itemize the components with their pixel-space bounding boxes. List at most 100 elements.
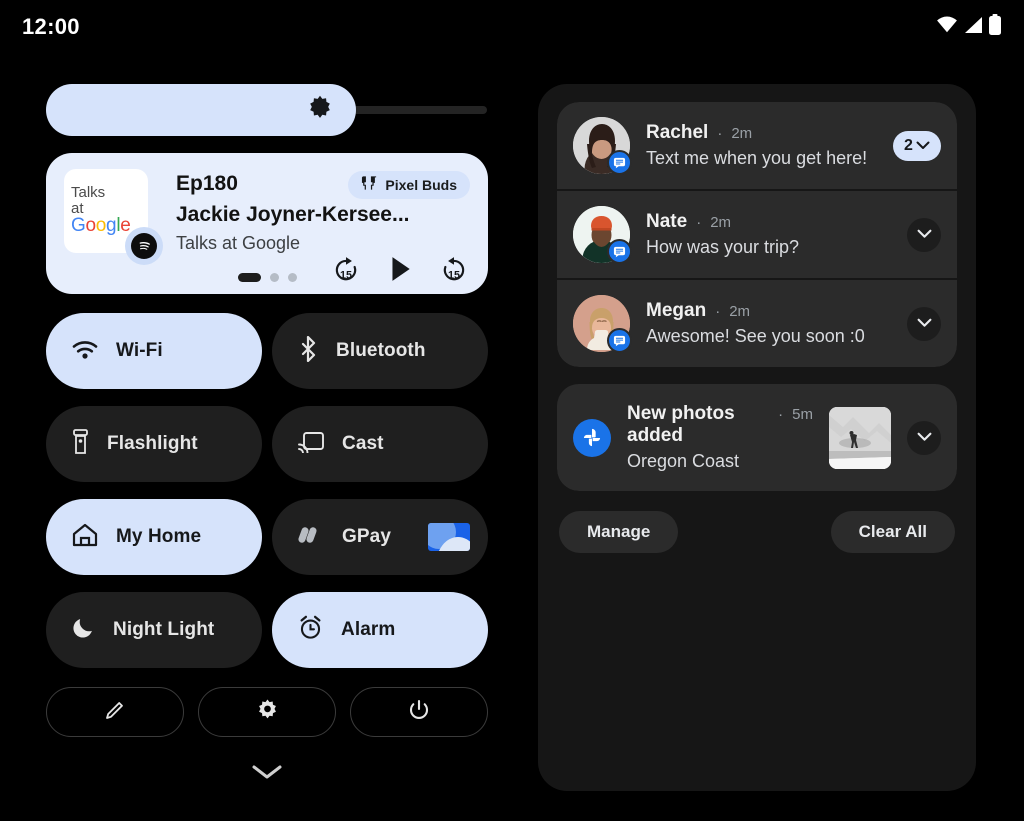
notification-panel: Rachel · 2m Text me when you get here! 2 — [538, 84, 976, 791]
collapse-handle[interactable] — [46, 763, 488, 786]
media-app-name: Talks at Google — [176, 233, 470, 254]
tile-cast[interactable]: Cast — [272, 406, 488, 482]
tile-wifi[interactable]: Wi-Fi — [46, 313, 262, 389]
notification-expand-button[interactable] — [907, 307, 941, 341]
notification-header: Rachel · 2m — [646, 122, 877, 144]
notification-count: 2 — [904, 137, 913, 155]
clear-all-button[interactable]: Clear All — [831, 511, 955, 553]
tile-flashlight[interactable]: Flashlight — [46, 406, 262, 482]
pencil-icon — [104, 699, 126, 726]
notification-actions: Manage Clear All — [557, 511, 957, 553]
notification-photos[interactable]: New photos added · 5m Oregon Coast — [557, 384, 957, 491]
edit-tiles-button[interactable] — [46, 687, 184, 737]
rewind-15-button[interactable]: 15 — [332, 255, 360, 288]
notification-sender: Rachel — [646, 122, 708, 144]
notification-subtitle: Oregon Coast — [627, 451, 813, 472]
gear-icon — [256, 698, 279, 726]
notification-separator: · — [717, 125, 722, 142]
home-icon — [72, 523, 98, 552]
battery-icon — [988, 14, 1002, 41]
tile-label: Bluetooth — [336, 340, 426, 362]
notification-separator: · — [715, 303, 720, 320]
quick-settings-column: Talks at Google — [46, 84, 488, 786]
play-button[interactable] — [387, 255, 413, 288]
tile-label: Night Light — [113, 619, 214, 641]
moon-icon — [72, 616, 95, 644]
chevron-down-icon — [917, 429, 932, 447]
notification-message: Text me when you get here! — [646, 148, 877, 169]
avatar-wrapper — [573, 295, 630, 352]
notification-time: 5m — [792, 406, 813, 423]
notification-header: Nate · 2m — [646, 211, 891, 233]
notification-message: Awesome! See you soon :0 — [646, 326, 891, 347]
notification-sender: Megan — [646, 300, 706, 322]
notification-header: Megan · 2m — [646, 300, 891, 322]
notification-body: New photos added · 5m Oregon Coast — [627, 403, 813, 472]
chevron-down-icon — [917, 226, 932, 244]
notification-expand-chip[interactable]: 2 — [893, 131, 941, 161]
chevron-down-icon — [250, 763, 284, 786]
wifi-icon — [936, 16, 958, 39]
spotify-icon — [125, 227, 163, 265]
payment-card-thumbnail — [428, 523, 470, 551]
flashlight-icon — [72, 429, 89, 460]
tile-label: Wi-Fi — [116, 340, 163, 362]
notification-nate[interactable]: Nate · 2m How was your trip? — [557, 191, 957, 280]
media-player-card[interactable]: Talks at Google — [46, 153, 488, 294]
status-bar-icons — [936, 14, 1002, 41]
notification-expand-button[interactable] — [907, 421, 941, 455]
notification-body: Megan · 2m Awesome! See you soon :0 — [646, 300, 891, 347]
notification-body: Nate · 2m How was your trip? — [646, 211, 891, 258]
tile-label: My Home — [116, 526, 201, 548]
notification-message: How was your trip? — [646, 237, 891, 258]
notification-group-photos: New photos added · 5m Oregon Coast — [557, 384, 957, 491]
page-dot[interactable] — [288, 273, 297, 282]
notification-separator: · — [696, 214, 701, 231]
album-art-line2: at — [71, 201, 148, 216]
tile-label: Alarm — [341, 619, 395, 641]
settings-button[interactable] — [198, 687, 336, 737]
album-art-wrapper: Talks at Google — [64, 169, 150, 255]
media-output-chip[interactable]: Pixel Buds — [348, 171, 470, 199]
avatar-wrapper — [573, 206, 630, 263]
avatar-wrapper — [573, 117, 630, 174]
power-button[interactable] — [350, 687, 488, 737]
tile-night-light[interactable]: Night Light — [46, 592, 262, 668]
page-dot[interactable] — [270, 273, 279, 282]
notification-expand-button[interactable] — [907, 218, 941, 252]
tile-gpay[interactable]: GPay — [272, 499, 488, 575]
brightness-fill[interactable] — [46, 84, 356, 136]
tile-label: Cast — [342, 433, 384, 455]
gpay-icon — [298, 524, 324, 551]
tile-bluetooth[interactable]: Bluetooth — [272, 313, 488, 389]
messages-icon — [607, 150, 632, 175]
brightness-icon — [306, 94, 334, 127]
notification-rachel[interactable]: Rachel · 2m Text me when you get here! 2 — [557, 102, 957, 191]
media-page-indicator[interactable] — [46, 273, 488, 282]
bluetooth-icon — [298, 336, 318, 367]
notification-time: 2m — [710, 214, 731, 231]
page-dot-active[interactable] — [238, 273, 261, 282]
album-art-line1: Talks — [71, 185, 148, 200]
notification-title: New photos added — [627, 403, 769, 447]
status-bar: 12:00 — [0, 0, 1024, 54]
brightness-slider[interactable] — [46, 84, 488, 136]
notification-sender: Nate — [646, 211, 687, 233]
power-icon — [408, 699, 430, 726]
quick-settings-tiles: Wi-Fi Bluetooth — [46, 313, 488, 668]
quick-settings-screen: 12:00 — [0, 0, 1024, 821]
forward-15-button[interactable]: 15 — [440, 255, 468, 288]
notification-header: New photos added · 5m — [627, 403, 813, 447]
notification-time: 2m — [729, 303, 750, 320]
messages-icon — [607, 328, 632, 353]
notification-separator: · — [778, 406, 783, 423]
coast-photo-thumbnail — [829, 407, 891, 469]
notification-group-messages: Rachel · 2m Text me when you get here! 2 — [557, 102, 957, 367]
manage-button[interactable]: Manage — [559, 511, 678, 553]
notification-body: Rachel · 2m Text me when you get here! — [646, 122, 877, 169]
media-output-label: Pixel Buds — [385, 177, 457, 193]
tile-alarm[interactable]: Alarm — [272, 592, 488, 668]
tile-my-home[interactable]: My Home — [46, 499, 262, 575]
alarm-clock-icon — [298, 615, 323, 645]
notification-megan[interactable]: Megan · 2m Awesome! See you soon :0 — [557, 280, 957, 367]
